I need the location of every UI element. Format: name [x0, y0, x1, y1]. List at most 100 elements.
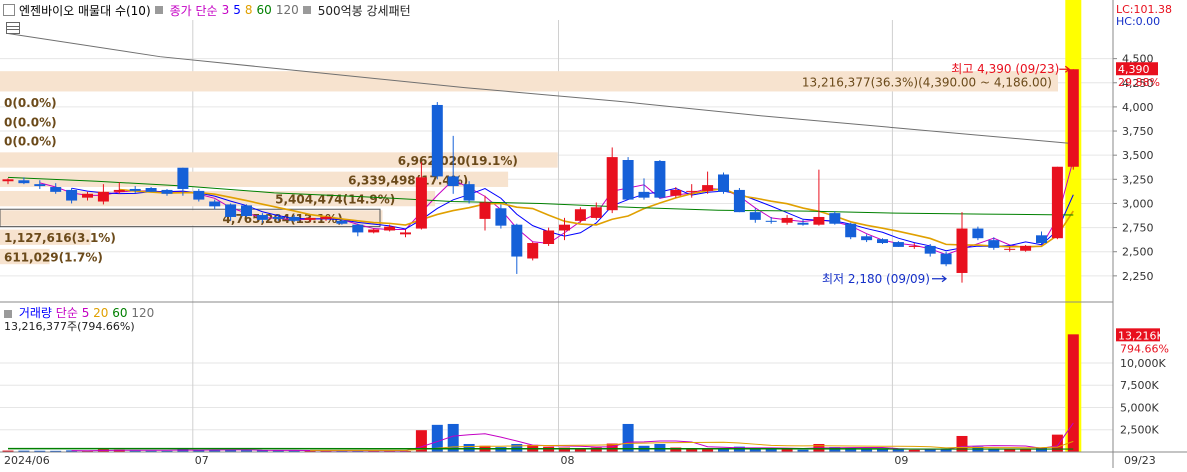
- candle-body: [591, 207, 602, 218]
- volume-profile-label: 0(0.0%): [4, 115, 57, 129]
- candle-body: [766, 221, 777, 222]
- volume-checkbox-icon[interactable]: [4, 310, 12, 318]
- candle-body: [321, 217, 332, 219]
- volume-tick-label: 10,000K: [1120, 357, 1166, 370]
- candle-body: [639, 192, 650, 198]
- last-change-pct: 29.88%: [1118, 76, 1160, 89]
- candle-body: [114, 190, 125, 192]
- ma-checkbox-icon[interactable]: [155, 6, 163, 14]
- candle-body: [146, 188, 157, 192]
- candle-body: [1068, 69, 1079, 167]
- candle-body: [209, 202, 220, 207]
- candle-body: [543, 230, 554, 244]
- candle-body: [3, 179, 14, 181]
- candle-body: [1036, 235, 1047, 243]
- candle-body: [813, 217, 824, 225]
- candle-body: [177, 168, 188, 189]
- candle-body: [941, 254, 952, 265]
- time-tick-label: 2024/06: [4, 454, 50, 467]
- candle-body: [861, 236, 872, 240]
- candle-body: [66, 190, 77, 201]
- candlestick-chart[interactable]: 0(0.0%)0(0.0%)0(0.0%)6,962,020(19.1%)6,3…: [0, 0, 1187, 468]
- candle-body: [988, 240, 999, 248]
- time-tick-label: 08: [561, 454, 575, 467]
- low-label: 최저 2,180 (09/09): [822, 272, 930, 286]
- stock-label[interactable]: 엔젠바이오 매물대 수(10): [19, 2, 151, 19]
- price-tick-label: 3,000: [1122, 197, 1154, 210]
- price-tick-label: 3,250: [1122, 173, 1154, 186]
- menu-icon[interactable]: [3, 4, 15, 16]
- candle-body: [18, 180, 29, 183]
- time-tick-label: 07: [195, 454, 209, 467]
- candle-body: [957, 229, 968, 273]
- candle-body: [432, 105, 443, 176]
- candle-body: [734, 190, 745, 212]
- ma-period-5: 5: [233, 3, 241, 17]
- price-tick-label: 2,750: [1122, 222, 1154, 235]
- candle-body: [273, 217, 284, 219]
- ma-period-60: 60: [257, 3, 272, 17]
- time-tick-label: 09/23: [1124, 454, 1156, 467]
- pattern-checkbox-icon[interactable]: [303, 6, 311, 14]
- last-price-badge-text: 4,390: [1118, 63, 1150, 76]
- candle-body: [50, 187, 61, 192]
- candle-body: [368, 230, 379, 233]
- time-tick-label: 09: [894, 454, 908, 467]
- candle-body: [130, 189, 141, 191]
- candle-body: [559, 225, 570, 231]
- candle-body: [893, 242, 904, 247]
- candle-body: [225, 204, 236, 217]
- volume-bar: [495, 447, 506, 452]
- candle-body: [623, 160, 634, 200]
- volume-current: 13,216,377주(794.66%): [4, 318, 135, 334]
- price-legend: 엔젠바이오 매물대 수(10) 종가 단순 3 5 8 60 120 500억봉…: [0, 0, 411, 20]
- volume-profile-label: 0(0.0%): [4, 135, 57, 149]
- ma-label[interactable]: 종가 단순: [170, 2, 218, 19]
- volume-profile-label: 5,404,474(14.9%): [275, 193, 395, 207]
- ma-period-3: 3: [222, 3, 230, 17]
- candle-body: [527, 243, 538, 258]
- price-tick-label: 3,750: [1122, 125, 1154, 138]
- volume-badge-text: 13,216K: [1118, 329, 1164, 342]
- pattern-label[interactable]: 500억봉 강세패턴: [318, 2, 411, 19]
- candle-body: [511, 225, 522, 257]
- candle-body: [257, 215, 268, 220]
- candle-body: [829, 213, 840, 224]
- price-tick-label: 4,000: [1122, 101, 1154, 114]
- candle-body: [909, 246, 920, 247]
- candle-body: [289, 217, 300, 221]
- high-label: 최고 4,390 (09/23): [951, 62, 1059, 76]
- candle-body: [305, 218, 316, 220]
- ma-period-8: 8: [245, 3, 253, 17]
- candle-body: [575, 209, 586, 221]
- candle-body: [798, 223, 809, 225]
- volume-bar: [623, 424, 634, 452]
- price-tick-label: 2,500: [1122, 246, 1154, 259]
- candle-body: [34, 184, 45, 186]
- candle-body: [877, 239, 888, 243]
- volume-tick-label: 2,500K: [1120, 424, 1159, 437]
- candle-body: [686, 191, 697, 192]
- price-tick-label: 2,250: [1122, 270, 1154, 283]
- candle-body: [352, 225, 363, 233]
- candle-body: [1020, 246, 1031, 251]
- volume-profile-label: 611,029(1.7%): [4, 251, 103, 265]
- candle-body: [400, 232, 411, 234]
- volume-bar: [1068, 334, 1079, 452]
- volume-bar: [654, 444, 665, 452]
- volume-pct-label: 794.66%: [1120, 342, 1169, 355]
- candle-body: [495, 208, 506, 225]
- volume-profile-label: 6,962,020(19.1%): [398, 154, 518, 168]
- ma-period-120: 120: [276, 3, 299, 17]
- candle-body: [702, 185, 713, 191]
- candle-body: [193, 191, 204, 200]
- candle-body: [972, 229, 983, 239]
- volume-profile-label: 13,216,377(36.3%)(4,390.00 ~ 4,186.00): [802, 75, 1052, 89]
- candle-body: [241, 205, 252, 216]
- candle-body: [416, 177, 427, 228]
- candle-body: [1004, 249, 1015, 250]
- candle-body: [98, 192, 109, 202]
- table-icon[interactable]: [6, 22, 20, 34]
- candle-body: [718, 174, 729, 191]
- candle-body: [384, 227, 395, 231]
